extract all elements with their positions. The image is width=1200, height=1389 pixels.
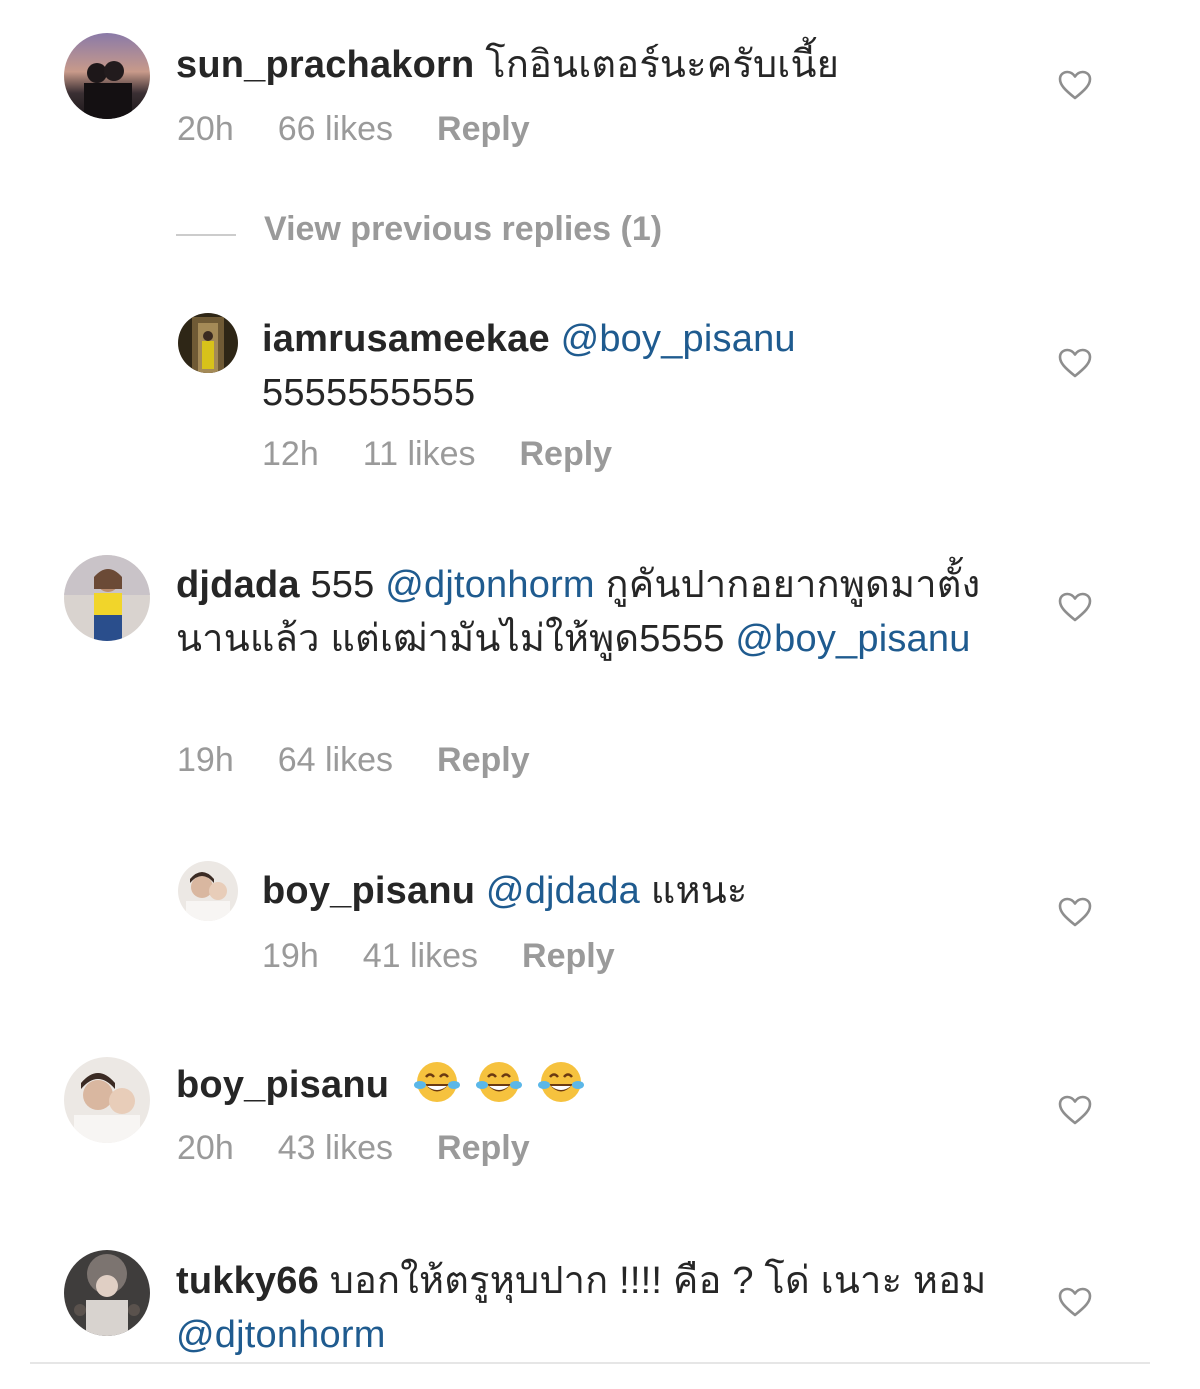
heart-icon[interactable] xyxy=(1058,70,1092,100)
username[interactable]: iamrusameekae xyxy=(262,318,550,360)
avatar-image xyxy=(64,1250,150,1336)
avatar[interactable] xyxy=(178,313,238,373)
timestamp: 20h xyxy=(177,1129,234,1167)
username[interactable]: boy_pisanu xyxy=(262,870,475,912)
mention-link[interactable]: @boy_pisanu xyxy=(561,318,796,360)
avatar-image xyxy=(64,555,150,641)
avatar-image xyxy=(64,33,150,119)
comment-text: แหนะ xyxy=(650,870,748,912)
username[interactable]: boy_pisanu xyxy=(176,1064,389,1106)
avatar[interactable] xyxy=(64,1057,150,1143)
comment-text: 5555555555 xyxy=(262,372,476,414)
heart-icon[interactable] xyxy=(1058,1287,1092,1317)
comment-meta: 19h 64 likes Reply xyxy=(177,741,530,780)
reply-button[interactable]: Reply xyxy=(437,110,530,149)
comment-meta: 20h 43 likes Reply xyxy=(177,1129,530,1168)
comment-text: บอกให้ตรูหุบปาก !!!! คือ ? โด่ เนาะ หอม xyxy=(329,1260,987,1302)
mention-link[interactable]: @djtonhorm xyxy=(176,1314,386,1356)
divider xyxy=(176,234,236,236)
avatar-image xyxy=(64,1057,150,1143)
likes-count[interactable]: 11 likes xyxy=(363,435,476,474)
avatar-image xyxy=(178,861,238,921)
likes-count[interactable]: 43 likes xyxy=(278,1129,393,1168)
likes-count[interactable]: 64 likes xyxy=(278,741,393,780)
comment-text: 555 xyxy=(310,564,375,606)
view-previous-replies-label[interactable]: View previous replies (1) xyxy=(264,210,662,249)
mention-link[interactable]: @djtonhorm xyxy=(385,564,595,606)
comment-text: โกอินเตอร์นะครับเนี้ย xyxy=(485,44,840,86)
divider xyxy=(30,1362,1150,1364)
heart-icon[interactable] xyxy=(1058,348,1092,378)
comment-meta: 19h 41 likes Reply xyxy=(262,937,615,976)
timestamp: 12h xyxy=(262,435,319,473)
mention-link[interactable]: @boy_pisanu xyxy=(735,618,970,660)
comment-meta: 20h 66 likes Reply xyxy=(177,110,530,149)
mention-link[interactable]: @djdada xyxy=(486,870,640,912)
avatar[interactable] xyxy=(178,861,238,921)
timestamp: 19h xyxy=(262,937,319,975)
reply-button[interactable]: Reply xyxy=(520,435,613,474)
reply-button[interactable]: Reply xyxy=(437,1129,530,1168)
reply-button[interactable]: Reply xyxy=(522,937,615,976)
username[interactable]: sun_prachakorn xyxy=(176,44,474,86)
avatar[interactable] xyxy=(64,1250,150,1336)
heart-icon[interactable] xyxy=(1058,897,1092,927)
reply-button[interactable]: Reply xyxy=(437,741,530,780)
face-with-tears-of-joy-icon xyxy=(413,1062,460,1102)
likes-count[interactable]: 41 likes xyxy=(363,937,478,976)
username[interactable]: djdada xyxy=(176,564,300,606)
username[interactable]: tukky66 xyxy=(176,1260,319,1302)
avatar-image xyxy=(178,313,238,373)
heart-icon[interactable] xyxy=(1058,592,1092,622)
face-with-tears-of-joy-icon xyxy=(537,1062,584,1102)
likes-count[interactable]: 66 likes xyxy=(278,110,393,149)
face-with-tears-of-joy-icon xyxy=(475,1062,522,1102)
avatar[interactable] xyxy=(64,555,150,641)
timestamp: 19h xyxy=(177,741,234,779)
avatar[interactable] xyxy=(64,33,150,119)
comment-meta: 12h 11 likes Reply xyxy=(262,435,612,474)
heart-icon[interactable] xyxy=(1058,1095,1092,1125)
timestamp: 20h xyxy=(177,110,234,148)
